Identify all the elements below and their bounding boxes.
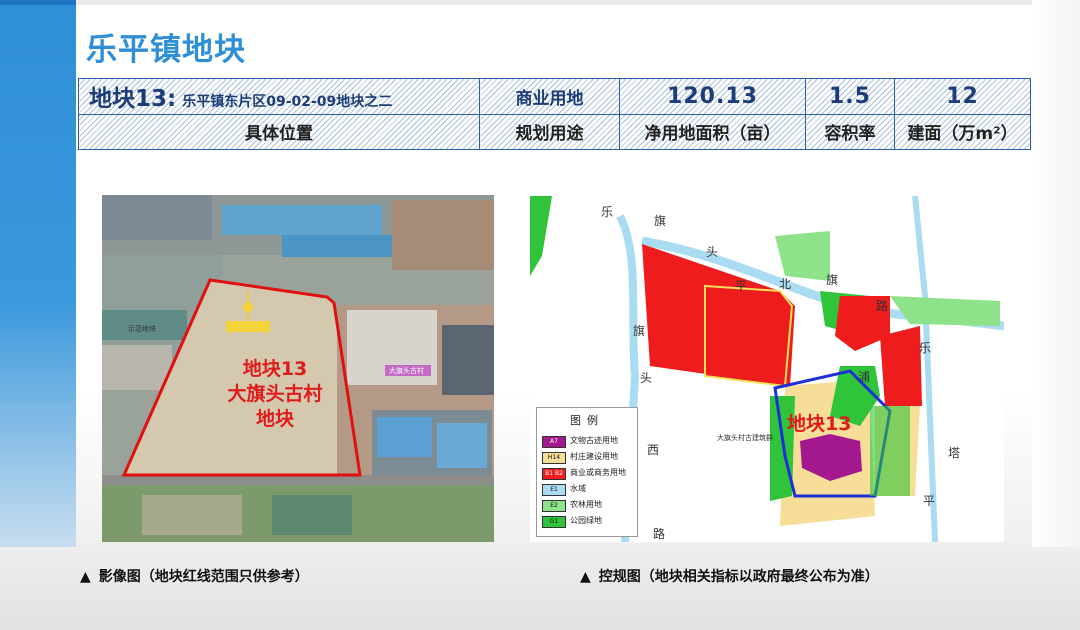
header-location: 具体位置 <box>78 113 480 150</box>
legend-swatch-g1: G1 <box>542 516 566 528</box>
aerial-pin-label: 示范地块 <box>128 325 156 333</box>
plot-ratio: 1.5 <box>805 78 895 115</box>
aerial-caption: ▲ 影像图（地块红线范围只供参考） <box>80 566 309 586</box>
road-label-1: 乐 <box>601 205 614 219</box>
header-land-use: 规划用途 <box>479 113 620 150</box>
road-label-5: 北 <box>779 277 792 291</box>
road-label-14: 平 <box>923 494 936 508</box>
header-floor-area: 建面（万m²） <box>894 113 1031 150</box>
plot-info-values-row: 地块13: 乐平镇东片区09-02-09地块之二 商业用地 120.13 1.5 … <box>78 78 1031 115</box>
legend-swatch-h14: H14 <box>542 452 566 464</box>
road-label-4: 平 <box>735 279 748 293</box>
plan-plot-label: 地块13 <box>787 413 852 435</box>
road-label-13: 路 <box>653 527 666 541</box>
plan-caption: ▲ 控规图（地块相关指标以政府最终公布为准） <box>580 566 879 586</box>
plot-location-cell: 地块13: 乐平镇东片区09-02-09地块之二 <box>78 78 480 115</box>
road-label-12: 西 <box>647 443 660 457</box>
legend-title: 图例 <box>570 414 604 427</box>
legend-swatch-b1b2: B1 B2 <box>542 468 566 480</box>
legend-swatch-e2: E2 <box>542 500 566 512</box>
road-label-7: 路 <box>876 299 889 313</box>
road-label-11: 头 <box>640 371 653 385</box>
plan-village-note: 大旗头村古建筑群 <box>717 434 773 442</box>
road-label-15: 浦 <box>858 370 871 384</box>
legend-item-a7: A7 文物古迹用地 <box>542 435 638 448</box>
legend-item-e2: E2 农林用地 <box>542 499 638 512</box>
header-plot-ratio: 容积率 <box>805 113 895 150</box>
road-label-8: 乐 <box>919 341 932 355</box>
road-label-3: 头 <box>706 245 719 259</box>
legend-text-a7: 文物古迹用地 <box>570 436 618 445</box>
plot-net-area: 120.13 <box>619 78 806 115</box>
road-label-6: 旗 <box>826 273 839 287</box>
plot-floor-area: 12 <box>894 78 1031 115</box>
legend-text-g1: 公园绿地 <box>570 516 602 525</box>
plot-info-table: 地块13: 乐平镇东片区09-02-09地块之二 商业用地 120.13 1.5 … <box>78 78 1031 150</box>
legend-item-g1: G1 公园绿地 <box>542 515 638 528</box>
plot-land-use: 商业用地 <box>479 78 620 115</box>
aerial-label-line-3: 地块 <box>255 408 294 430</box>
legend-swatch-e1: E1 <box>542 484 566 496</box>
aerial-label-line-2: 大旗头古村 <box>227 383 323 405</box>
legend-item-b1b2: B1 B2 商业或商务用地 <box>542 467 638 480</box>
road-label-2: 旗 <box>654 214 667 228</box>
legend-item-h14: H14 村庄建设用地 <box>542 451 638 464</box>
legend-text-e2: 农林用地 <box>570 500 602 509</box>
road-label-9: 塔 <box>948 446 961 460</box>
left-accent-bar <box>0 0 76 547</box>
page-title: 乐平镇地块 <box>86 32 246 68</box>
legend-swatch-a7: A7 <box>542 436 566 448</box>
legend-text-e1: 水域 <box>570 484 586 493</box>
plot-name-suffix: : <box>167 86 177 113</box>
left-accent-bar-cap <box>0 0 76 5</box>
aerial-tag-label: 大旗头古村 <box>389 367 424 375</box>
legend-text-h14: 村庄建设用地 <box>570 452 618 461</box>
aerial-label-line-1: 地块13 <box>242 358 308 380</box>
plan-legend: 图例 A7 文物古迹用地 H14 村庄建设用地 B1 B2 商业或商务用地 E1… <box>536 407 638 537</box>
plot-location: 乐平镇东片区09-02-09地块之二 <box>182 94 393 111</box>
plan-caption-text: 控规图（地块相关指标以政府最终公布为准） <box>598 569 879 585</box>
legend-text-b1b2: 商业或商务用地 <box>570 468 626 477</box>
aerial-caption-text: 影像图（地块红线范围只供参考） <box>98 569 309 585</box>
header-net-area: 净用地面积（亩） <box>619 113 806 150</box>
plot-name: 地块13 <box>89 86 168 113</box>
aerial-plot-label: 地块13 大旗头古村 地块 <box>190 357 360 432</box>
road-label-10: 旗 <box>633 324 646 338</box>
caption-triangle-icon: ▲ <box>580 569 591 585</box>
right-edge-shade <box>1032 0 1080 547</box>
legend-item-e1: E1 水域 <box>542 483 638 496</box>
caption-triangle-icon: ▲ <box>80 569 91 585</box>
plot-info-header-row: 具体位置 规划用途 净用地面积（亩） 容积率 建面（万m²） <box>78 113 1031 150</box>
top-strip <box>0 0 1080 5</box>
